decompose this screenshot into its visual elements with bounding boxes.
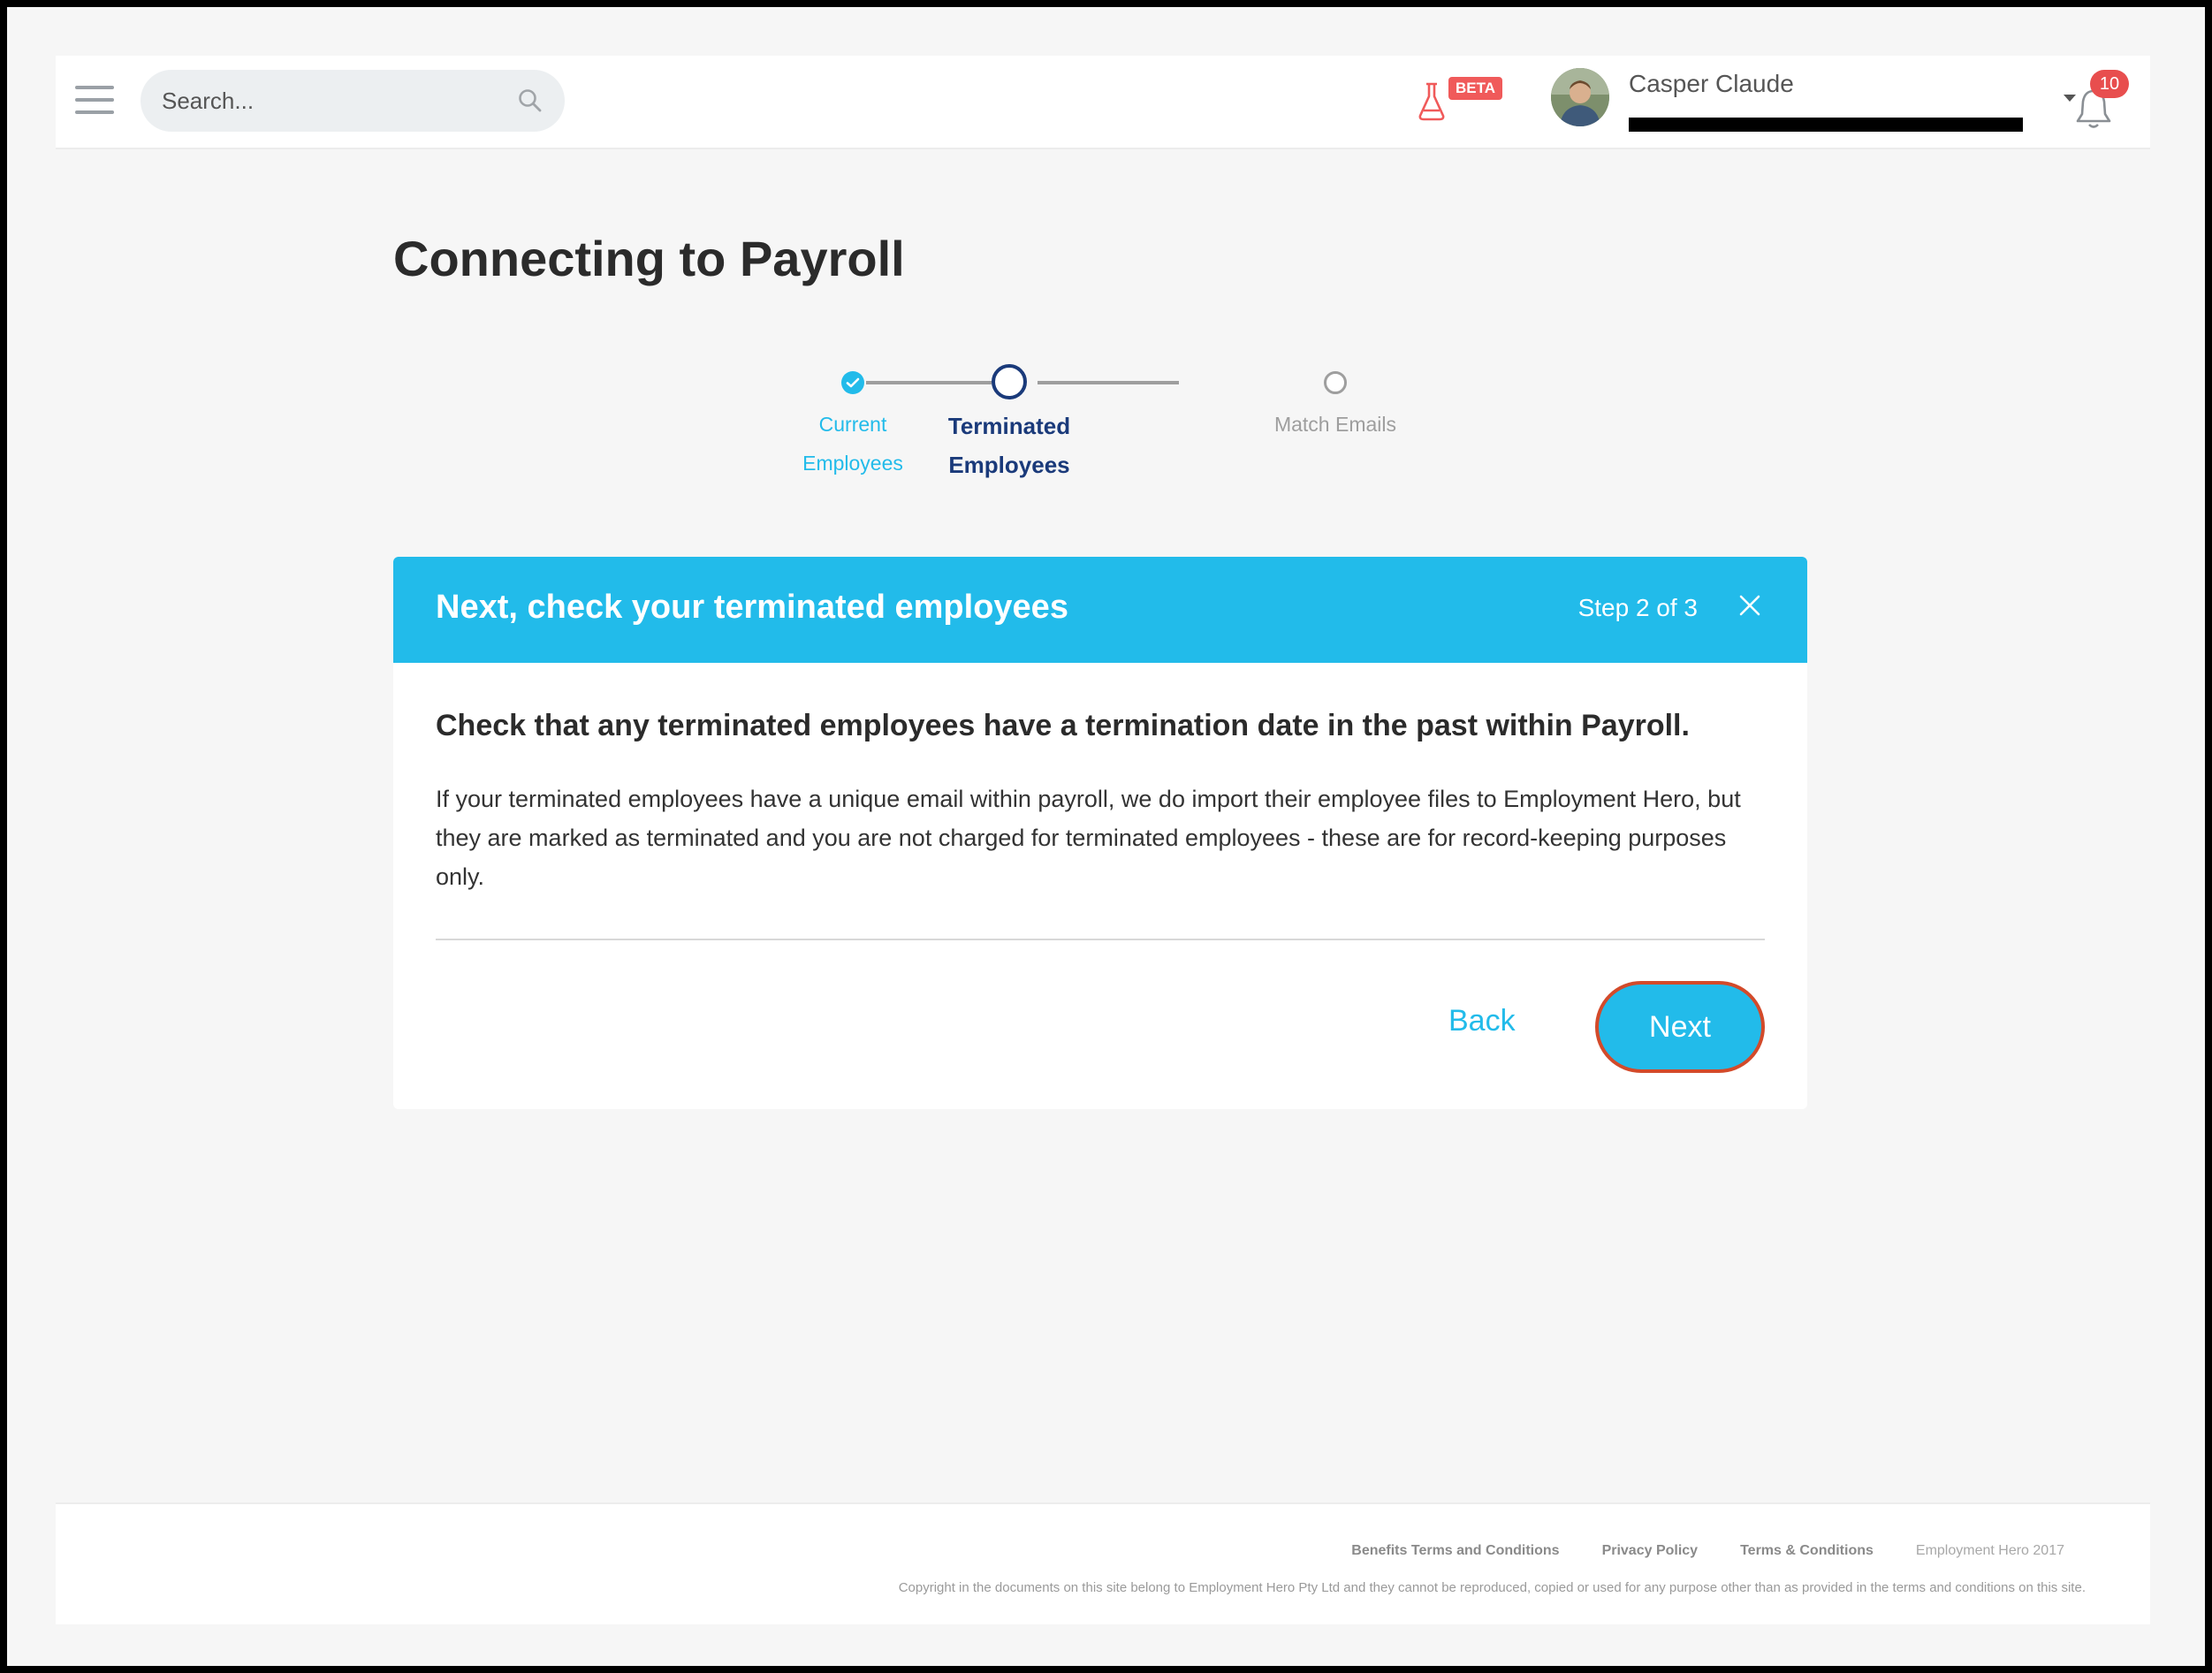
close-icon[interactable] [1738, 594, 1761, 617]
notification-count-badge: 10 [2090, 70, 2129, 98]
next-button[interactable]: Next [1595, 981, 1765, 1073]
back-button[interactable]: Back [1448, 1004, 1516, 1038]
footer-brand: Employment Hero 2017 [1915, 1543, 2064, 1558]
page-title: Connecting to Payroll [393, 231, 905, 286]
beta-badge: BETA [1448, 77, 1503, 100]
wizard-card: Next, check your terminated employees St… [393, 557, 1807, 1109]
card-heading: Check that any terminated employees have… [436, 709, 1690, 742]
footer-link-benefits-terms[interactable]: Benefits Terms and Conditions [1351, 1543, 1559, 1559]
card-header: Next, check your terminated employees St… [393, 557, 1807, 663]
divider [436, 939, 1765, 940]
search-input[interactable] [162, 87, 517, 115]
search-icon[interactable] [517, 87, 543, 114]
step-3-upcoming-icon [1324, 371, 1347, 394]
step-label-match-emails: Match Emails [1273, 413, 1397, 436]
beta-features[interactable]: BETA [1417, 72, 1503, 123]
notifications[interactable]: 10 [2071, 70, 2132, 132]
user-menu[interactable]: Casper Claude [1551, 68, 2081, 135]
search-box[interactable] [141, 70, 565, 132]
footer-link-terms-conditions[interactable]: Terms & Conditions [1740, 1543, 1874, 1559]
app-frame: BETA Casper Claude [7, 7, 2205, 1666]
card-body-text: If your terminated employees have a uniq… [436, 786, 1741, 890]
step-indicator: Step 2 of 3 [1577, 594, 1698, 621]
step-connector [1038, 381, 1179, 384]
top-bar: BETA Casper Claude [56, 56, 2150, 149]
footer: Benefits Terms and Conditions Privacy Po… [56, 1502, 2150, 1624]
check-icon [846, 377, 860, 388]
footer-links: Benefits Terms and Conditions Privacy Po… [1351, 1543, 2064, 1559]
step-connector [866, 381, 992, 384]
hamburger-icon[interactable] [75, 86, 114, 114]
card-title: Next, check your terminated employees [436, 589, 1068, 626]
user-name: Casper Claude [1629, 70, 1794, 97]
progress-stepper: Current Employees Terminated Employees M… [767, 361, 1403, 493]
step-label-current-employees[interactable]: Current Employees [767, 405, 939, 483]
footer-link-privacy-policy[interactable]: Privacy Policy [1602, 1543, 1699, 1559]
avatar [1551, 68, 1609, 126]
step-label-terminated-employees: Terminated Employees [947, 413, 1071, 478]
copyright-text: Copyright in the documents on this site … [898, 1580, 2086, 1595]
step-2-active-icon [992, 364, 1027, 399]
flask-icon [1418, 82, 1445, 121]
step-1-complete-icon [841, 371, 864, 394]
user-email-redacted [1629, 118, 2023, 132]
